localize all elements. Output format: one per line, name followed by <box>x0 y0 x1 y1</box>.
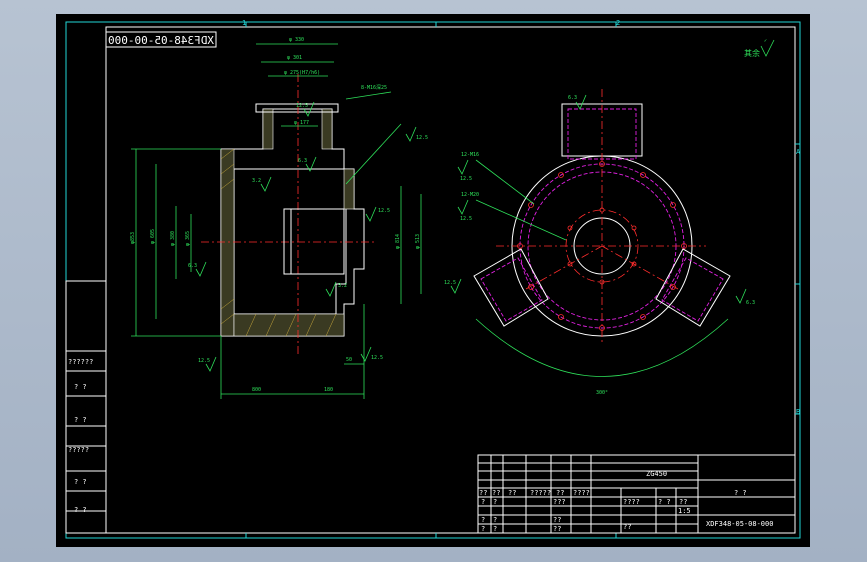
arc-dimension: 300° <box>596 390 608 396</box>
mirrored-code-box: XDF348-05-00-000 <box>105 31 217 48</box>
svg-text:????: ???? <box>573 489 590 497</box>
svg-text:?: ? <box>493 498 497 506</box>
svg-text:6.3: 6.3 <box>188 263 197 269</box>
svg-text:180: 180 <box>324 387 333 393</box>
svg-text:? ?: ? ? <box>658 498 671 506</box>
svg-text:? ?: ? ? <box>74 416 87 424</box>
svg-text:φ 330: φ 330 <box>289 37 304 43</box>
svg-text:6.3: 6.3 <box>568 95 577 101</box>
svg-text:3.2: 3.2 <box>252 178 261 184</box>
svg-text:??: ?? <box>508 489 516 497</box>
callout-holes-2: 12-M20 <box>461 192 479 198</box>
scale-label: 1:5 <box>678 507 691 515</box>
svg-text:φ 513: φ 513 <box>415 234 421 249</box>
svg-text:φ 365: φ 365 <box>185 231 191 246</box>
svg-text:?: ? <box>481 516 485 524</box>
zone-label-2: 2 <box>616 19 620 27</box>
svg-text:3.2: 3.2 <box>338 283 347 289</box>
part-name-label: ? ? <box>734 489 747 497</box>
svg-text:? ?: ? ? <box>74 478 87 486</box>
svg-text:?: ? <box>493 525 497 533</box>
svg-text:????: ???? <box>623 498 640 506</box>
callout-holes-1: 12-M16 <box>461 152 479 158</box>
drawing-canvas[interactable]: 1 2 A B ?????? ? ? ? ? ????? ? ? ? ? XDF… <box>56 14 810 547</box>
title-block[interactable]: ZG450 ? ? XDF348-05-08-000 1:5 ?? ?? ?? … <box>477 454 796 534</box>
outer-frame <box>65 21 801 539</box>
material-label: ZG450 <box>646 470 667 478</box>
svg-text:6.3: 6.3 <box>298 158 307 164</box>
zone-label-b: B <box>796 408 800 416</box>
svg-text:?????: ????? <box>530 489 551 497</box>
svg-text:??: ?? <box>556 489 564 497</box>
svg-text:??: ?? <box>623 523 631 531</box>
svg-text:???: ??? <box>553 498 566 506</box>
svg-text:φ 380: φ 380 <box>170 231 176 246</box>
side-view: 300° 12-M16 12-M20 6.3 12.5 12.5 12.5 6.… <box>444 89 755 396</box>
svg-text:??: ?? <box>679 498 687 506</box>
svg-text:φ 605: φ 605 <box>150 229 156 244</box>
svg-text:800: 800 <box>252 387 261 393</box>
svg-text:?: ? <box>481 498 485 506</box>
side-view-roughness-marks <box>450 94 747 304</box>
svg-text:φ 814: φ 814 <box>395 234 401 249</box>
svg-text:12.5: 12.5 <box>378 208 390 214</box>
svg-text:XDF348-05-00-000: XDF348-05-00-000 <box>108 34 214 47</box>
svg-text:12.5: 12.5 <box>444 280 456 286</box>
svg-text:φ853: φ853 <box>130 232 136 244</box>
drawing-number-label: XDF348-05-08-000 <box>706 520 773 528</box>
svg-text:12.5: 12.5 <box>460 216 472 222</box>
svg-text:??????: ?????? <box>68 358 93 366</box>
svg-text:? ?: ? ? <box>74 383 87 391</box>
svg-text:φ 177: φ 177 <box>294 120 309 126</box>
svg-text:??: ?? <box>553 516 561 524</box>
svg-text:?: ? <box>493 516 497 524</box>
svg-text:12.5: 12.5 <box>371 355 383 361</box>
svg-text:??: ?? <box>479 489 487 497</box>
left-binding-block: ?????? ? ? ? ? ????? ? ? ? ? <box>65 280 107 534</box>
svg-text:12.5: 12.5 <box>416 135 428 141</box>
front-view-dimension-labels: φ 330 φ 301 φ 275(H7/h6) φ 177 φ853 φ 60… <box>130 37 421 393</box>
zone-label-1: 1 <box>242 19 246 27</box>
svg-text:?????: ????? <box>68 446 89 454</box>
svg-text:✓: ✓ <box>764 38 767 44</box>
svg-text:12.5: 12.5 <box>460 176 472 182</box>
svg-text:6.3: 6.3 <box>746 300 755 306</box>
svg-text:??: ?? <box>492 489 500 497</box>
svg-text:?: ? <box>481 525 485 533</box>
front-view: φ 330 φ 301 φ 275(H7/h6) φ 177 φ853 φ 60… <box>130 37 428 399</box>
svg-text:8-M16深25: 8-M16深25 <box>361 84 387 91</box>
svg-text:? ?: ? ? <box>74 506 87 514</box>
svg-text:??: ?? <box>553 525 561 533</box>
svg-text:φ 301: φ 301 <box>287 55 302 61</box>
svg-text:50: 50 <box>346 357 352 363</box>
cad-drawing: 1 2 A B ?????? ? ? ? ? ????? ? ? ? ? XDF… <box>65 19 801 539</box>
svg-text:12.5: 12.5 <box>198 358 210 364</box>
svg-text:12.5: 12.5 <box>296 103 308 109</box>
surface-note: 其余 <box>744 48 760 58</box>
svg-text:φ 275(H7/h6): φ 275(H7/h6) <box>284 70 320 76</box>
